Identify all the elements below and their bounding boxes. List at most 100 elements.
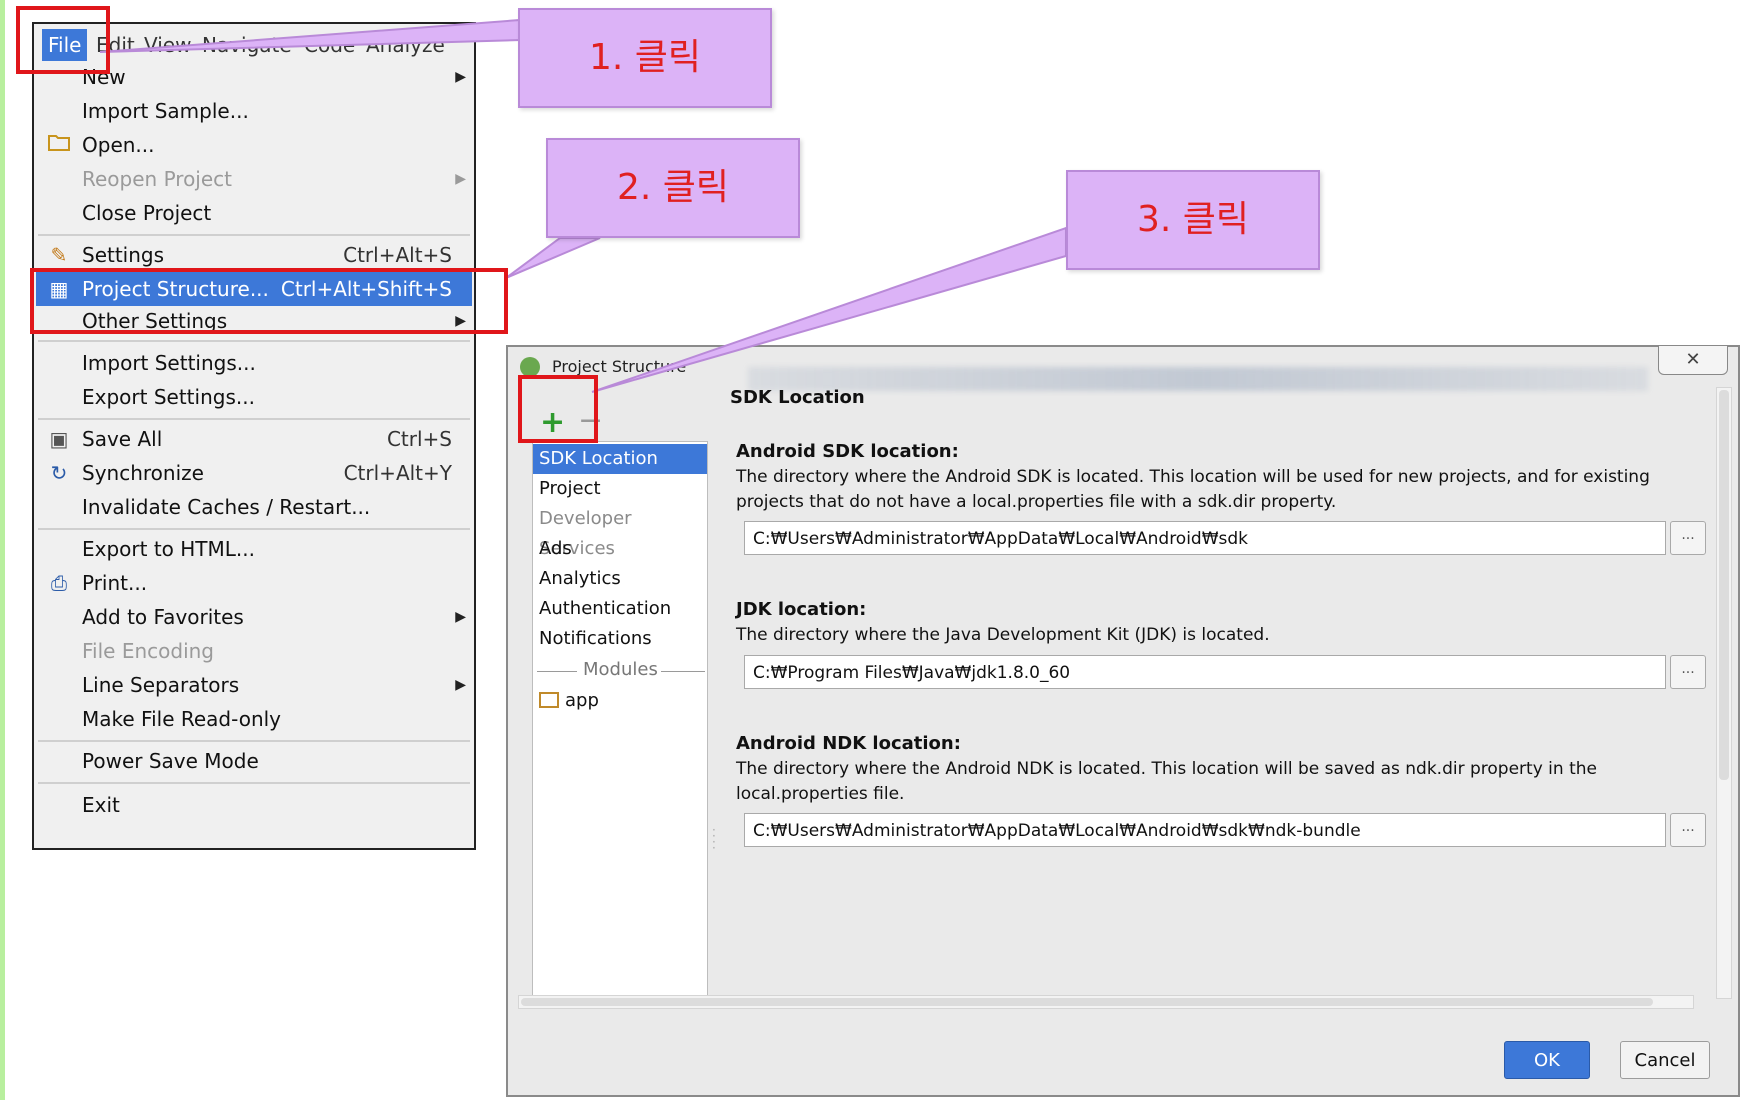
section-title: SDK Location xyxy=(730,387,865,408)
menu-item-invalidate-caches[interactable]: Invalidate Caches / Restart... xyxy=(36,490,472,524)
sync-icon: ↻ xyxy=(50,461,68,485)
close-icon[interactable]: ✕ xyxy=(1658,345,1728,375)
horizontal-scrollbar[interactable] xyxy=(518,995,1694,1009)
menu-item-save-all[interactable]: ▣ Save All Ctrl+S xyxy=(36,422,472,456)
menu-item-label: Make File Read-only xyxy=(82,707,282,731)
menu-item-shortcut: Ctrl+S xyxy=(386,427,452,451)
menu-divider xyxy=(38,740,470,742)
menubar-code[interactable]: Code xyxy=(298,29,361,61)
file-menu: File Edit View Navigate Code Analyze New… xyxy=(32,22,476,850)
module-folder-icon xyxy=(539,692,559,708)
highlight-box-file xyxy=(16,6,110,74)
jdk-heading: JDK location: xyxy=(736,599,867,620)
menu-item-add-to-favorites[interactable]: Add to Favorites ▶ xyxy=(36,600,472,634)
jdk-browse-button[interactable]: ... xyxy=(1670,655,1706,689)
menu-item-file-encoding: File Encoding xyxy=(36,634,472,668)
vertical-scrollbar[interactable] xyxy=(1716,387,1732,999)
sidebar-modules-divider: Modules xyxy=(533,656,707,686)
android-sdk-path-field[interactable]: C:₩Users₩Administrator₩AppData₩Local₩And… xyxy=(744,521,1666,555)
menu-item-shortcut: Ctrl+Alt+Y xyxy=(343,461,452,485)
scrollbar-thumb[interactable] xyxy=(1719,390,1729,780)
dialog-title: Project Structure xyxy=(552,357,687,376)
menu-item-label: Exit xyxy=(82,793,120,817)
android-sdk-browse-button[interactable]: ... xyxy=(1670,521,1706,555)
sidebar-group-developer-services: Developer Services xyxy=(539,508,632,559)
callout-step-2: 2. 클릭 xyxy=(546,138,800,238)
menu-item-make-read-only[interactable]: Make File Read-only xyxy=(36,702,472,736)
highlight-box-project-structure xyxy=(30,268,508,334)
menu-item-reopen-project: Reopen Project ▶ xyxy=(36,162,472,196)
scrollbar-thumb[interactable] xyxy=(521,998,1653,1006)
sidebar-item-authentication[interactable]: Authentication xyxy=(533,594,707,624)
submenu-arrow-icon: ▶ xyxy=(455,69,466,85)
menu-item-shortcut: Ctrl+Alt+S xyxy=(343,243,452,267)
menu-item-export-settings[interactable]: Export Settings... xyxy=(36,380,472,414)
cancel-button[interactable]: Cancel xyxy=(1620,1041,1710,1079)
android-sdk-description: The directory where the Android SDK is l… xyxy=(736,467,1650,512)
menu-item-label: Import Settings... xyxy=(82,351,256,375)
menubar-view[interactable]: View xyxy=(138,29,197,61)
ok-button[interactable]: OK xyxy=(1504,1041,1590,1079)
jdk-description: The directory where the Java Development… xyxy=(736,625,1270,645)
menu-divider xyxy=(38,528,470,530)
sidebar-item-analytics[interactable]: Analytics xyxy=(533,564,707,594)
jdk-path-field[interactable]: C:₩Program Files₩Java₩jdk1.8.0_60 xyxy=(744,655,1666,689)
menu-item-label: File Encoding xyxy=(82,639,214,663)
menu-item-label: Reopen Project xyxy=(82,167,232,191)
callout-step-3: 3. 클릭 xyxy=(1066,170,1320,270)
menu-item-label: Power Save Mode xyxy=(82,749,259,773)
menubar-navigate[interactable]: Navigate xyxy=(196,29,298,61)
menu-item-label: Export to HTML... xyxy=(82,537,255,561)
menu-item-label: Settings xyxy=(82,243,165,267)
menu-item-label: Close Project xyxy=(82,201,212,225)
submenu-arrow-icon: ▶ xyxy=(455,171,466,187)
sidebar: SDK Location Project Developer Services … xyxy=(532,441,708,997)
menubar-analyze[interactable]: Analyze xyxy=(360,29,451,61)
menu-item-import-settings[interactable]: Import Settings... xyxy=(36,346,472,380)
callout-2-pointer xyxy=(505,237,601,279)
menu-item-label: Export Settings... xyxy=(82,385,255,409)
sdk-location-panel: SDK Location Android SDK location: The d… xyxy=(718,387,1708,987)
menu-divider xyxy=(38,234,470,236)
menu-item-label: Save All xyxy=(82,427,163,451)
menu-item-open[interactable]: Open... xyxy=(36,128,472,162)
menu-item-label: Open... xyxy=(82,133,155,157)
menu-item-settings[interactable]: ✎ Settings Ctrl+Alt+S xyxy=(36,238,472,272)
folder-icon xyxy=(44,128,74,162)
sidebar-item-project[interactable]: Project xyxy=(533,474,707,504)
android-sdk-heading: Android SDK location: xyxy=(736,441,959,462)
android-ndk-path-field[interactable]: C:₩Users₩Administrator₩AppData₩Local₩And… xyxy=(744,813,1666,847)
submenu-arrow-icon: ▶ xyxy=(455,677,466,693)
sidebar-item-ads[interactable]: Ads xyxy=(533,534,707,564)
menu-item-close-project[interactable]: Close Project xyxy=(36,196,472,230)
menu-item-label: Synchronize xyxy=(82,461,204,485)
menu-item-label: Invalidate Caches / Restart... xyxy=(82,495,371,519)
menu-item-synchronize[interactable]: ↻ Synchronize Ctrl+Alt+Y xyxy=(36,456,472,490)
sidebar-item-sdk-location[interactable]: SDK Location xyxy=(533,444,707,474)
splitter-handle[interactable]: · · · · xyxy=(712,824,716,854)
android-ndk-browse-button[interactable]: ... xyxy=(1670,813,1706,847)
menu-item-power-save-mode[interactable]: Power Save Mode xyxy=(36,744,472,778)
menu-item-line-separators[interactable]: Line Separators ▶ xyxy=(36,668,472,702)
menu-divider xyxy=(38,340,470,342)
menu-item-export-html[interactable]: Export to HTML... xyxy=(36,532,472,566)
menu-item-label: Line Separators xyxy=(82,673,240,697)
sidebar-item-app[interactable]: app xyxy=(533,686,707,716)
project-structure-dialog: Project Structure ✕ + − SDK Location Pro… xyxy=(506,345,1740,1097)
menu-item-print[interactable]: ⎙ Print... xyxy=(36,566,472,600)
wrench-icon: ✎ xyxy=(50,243,68,267)
menu-item-import-sample[interactable]: Import Sample... xyxy=(36,94,472,128)
sidebar-item-notifications[interactable]: Notifications xyxy=(533,624,707,654)
module-label: app xyxy=(565,690,599,711)
print-icon: ⎙ xyxy=(51,571,67,595)
android-studio-icon xyxy=(520,357,540,377)
modules-label: Modules xyxy=(581,659,660,680)
page-edge-decoration xyxy=(0,0,5,1100)
menu-divider xyxy=(38,418,470,420)
menu-item-exit[interactable]: Exit xyxy=(36,788,472,822)
callout-step-1: 1. 클릭 xyxy=(518,8,772,108)
save-icon: ▣ xyxy=(49,427,69,451)
android-ndk-heading: Android NDK location: xyxy=(736,733,961,754)
menu-item-label: Add to Favorites xyxy=(82,605,244,629)
menu-divider xyxy=(38,782,470,784)
